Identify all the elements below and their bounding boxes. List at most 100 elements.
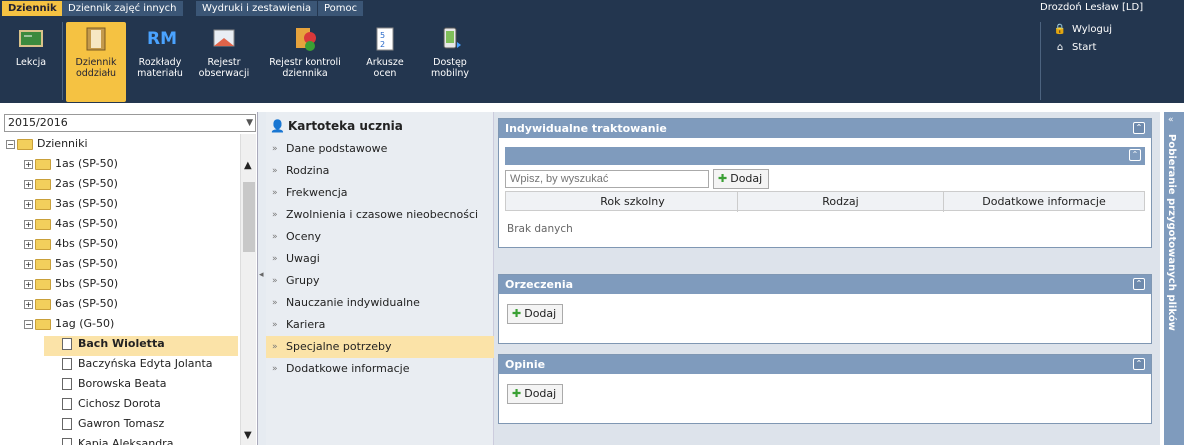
add-button[interactable]: ✚ Dodaj xyxy=(507,304,564,324)
individual-treatment-subheader: ⌃ xyxy=(505,147,1145,165)
tree-class[interactable]: +5bs (SP-50) xyxy=(24,274,118,294)
school-year-value: 2015/2016 xyxy=(8,116,68,129)
tree-scrollbar[interactable]: ▲ ▼ xyxy=(240,134,256,445)
rozklady-materialu-button[interactable]: RM Rozkłady materiału xyxy=(132,22,188,102)
card-item[interactable]: Uwagi xyxy=(266,248,494,270)
tree-class[interactable]: +5as (SP-50) xyxy=(24,254,118,274)
folder-open-icon xyxy=(35,318,51,330)
folder-icon xyxy=(35,198,51,210)
collapse-icon[interactable]: − xyxy=(6,139,15,149)
top-toolbar: Dziennik Dziennik zajęć innych Wydruki i… xyxy=(0,0,1184,103)
collapse-icon[interactable]: − xyxy=(24,319,33,329)
card-item[interactable]: Nauczanie indywidualne xyxy=(266,292,494,314)
expand-icon[interactable]: + xyxy=(24,259,33,269)
tab-pomoc[interactable]: Pomoc xyxy=(318,1,364,16)
expand-icon[interactable]: + xyxy=(24,299,33,309)
start-label: Start xyxy=(1072,42,1097,53)
expand-icon[interactable]: + xyxy=(24,159,33,169)
card-item[interactable]: Rodzina xyxy=(266,160,494,182)
dostep-mobilny-button[interactable]: Dostęp mobilny xyxy=(420,22,480,102)
folder-icon xyxy=(35,178,51,190)
add-button[interactable]: ✚ Dodaj xyxy=(507,384,564,404)
tree-student-selected[interactable]: Bach Wioletta xyxy=(62,334,165,354)
card-item[interactable]: Kariera xyxy=(266,314,494,336)
school-year-select[interactable]: 2015/2016 ▼ xyxy=(4,114,256,132)
card-item[interactable]: Grupy xyxy=(266,270,494,292)
svg-text:2: 2 xyxy=(380,40,385,49)
lekcja-button[interactable]: Lekcja xyxy=(2,22,60,102)
card-item[interactable]: Frekwencja xyxy=(266,182,494,204)
column-header[interactable]: Dodatkowe informacje xyxy=(944,192,1144,212)
chevron-down-icon[interactable]: ▼ xyxy=(244,430,252,441)
tree-class[interactable]: +4as (SP-50) xyxy=(24,214,118,234)
tree-student[interactable]: Cichosz Dorota xyxy=(62,394,161,414)
logout-label: Wyloguj xyxy=(1072,24,1112,35)
tree-student[interactable]: Borowska Beata xyxy=(62,374,167,394)
panel-splitter[interactable]: ◂ xyxy=(258,112,266,445)
column-header[interactable]: Rok szkolny xyxy=(528,192,738,212)
journal-tree: − Dzienniki +1as (SP-50) +2as (SP-50) +3a… xyxy=(4,134,242,445)
tree-class-label: 3as (SP-50) xyxy=(55,197,118,210)
tab-dziennik[interactable]: Dziennik xyxy=(2,1,63,16)
dziennik-oddzialu-label: Dziennik oddziału xyxy=(75,57,117,79)
expand-icon[interactable]: + xyxy=(24,219,33,229)
tree-class[interactable]: +4bs (SP-50) xyxy=(24,234,118,254)
search-input[interactable] xyxy=(505,170,709,188)
add-label: Dodaj xyxy=(524,307,557,320)
plus-icon: ✚ xyxy=(718,172,728,185)
dziennik-oddzialu-button[interactable]: Dziennik oddziału xyxy=(66,22,126,102)
card-item-selected[interactable]: Specjalne potrzeby xyxy=(266,336,494,358)
column-header[interactable]: Rodzaj xyxy=(738,192,944,212)
tree-class-label: 4as (SP-50) xyxy=(55,217,118,230)
expand-icon[interactable]: + xyxy=(24,199,33,209)
tree-class[interactable]: − 1ag (G-50) xyxy=(24,314,114,334)
collapse-icon[interactable]: ⌃ xyxy=(1129,149,1141,161)
folder-icon xyxy=(35,258,51,270)
tree-root[interactable]: − Dzienniki xyxy=(6,134,88,154)
tree-class[interactable]: +3as (SP-50) xyxy=(24,194,118,214)
document-icon xyxy=(62,418,72,430)
observation-register-icon xyxy=(211,26,237,52)
folder-icon xyxy=(35,158,51,170)
tab-dziennik-zajec-innych[interactable]: Dziennik zajęć innych xyxy=(62,1,183,16)
tree-student[interactable]: Kapia Aleksandra xyxy=(62,434,173,445)
individual-treatment-panel: Indywidualne traktowanie ⌃ ⌃ ✚Dodaj Rok s… xyxy=(498,118,1152,248)
card-item[interactable]: Dane podstawowe xyxy=(266,138,494,160)
tree-student-label: Gawron Tomasz xyxy=(78,417,165,430)
tree-student[interactable]: Gawron Tomasz xyxy=(62,414,164,434)
start-button[interactable]: ⌂ Start xyxy=(1053,42,1097,53)
control-register-icon xyxy=(292,26,318,52)
tree-student[interactable]: Baczyńska Edyta Jolanta xyxy=(62,354,213,374)
rejestr-obserwacji-button[interactable]: Rejestr obserwacji xyxy=(194,22,254,102)
tree-root-label: Dzienniki xyxy=(37,137,88,150)
opinions-panel: Opinie ⌃ ✚ Dodaj xyxy=(498,354,1152,424)
binder-icon xyxy=(83,26,109,52)
logout-button[interactable]: 🔒 Wyloguj xyxy=(1053,24,1112,35)
tree-class-label: 4bs (SP-50) xyxy=(55,237,119,250)
tree-class-label: 1ag (G-50) xyxy=(55,317,115,330)
tree-class[interactable]: +6as (SP-50) xyxy=(24,294,118,314)
prepared-files-side-panel[interactable]: « Pobieranie przygotowanych plików xyxy=(1164,112,1184,445)
collapse-icon[interactable]: ⌃ xyxy=(1133,358,1145,370)
collapse-icon[interactable]: ⌃ xyxy=(1133,122,1145,134)
prepared-files-title: Pobieranie przygotowanych plików xyxy=(1166,134,1177,331)
double-chevron-left-icon[interactable]: « xyxy=(1168,115,1174,125)
lock-icon: 🔒 xyxy=(1053,24,1067,35)
chevron-left-icon[interactable]: ◂ xyxy=(259,270,264,280)
card-item[interactable]: Zwolnienia i czasowe nieobecności xyxy=(266,204,494,226)
tree-class[interactable]: +2as (SP-50) xyxy=(24,174,118,194)
expand-icon[interactable]: + xyxy=(24,279,33,289)
card-item[interactable]: Oceny xyxy=(266,226,494,248)
card-item[interactable]: Dodatkowe informacje xyxy=(266,358,494,380)
tab-wydruki-i-zestawienia[interactable]: Wydruki i zestawienia xyxy=(196,1,318,16)
collapse-icon[interactable]: ⌃ xyxy=(1133,278,1145,290)
chevron-up-icon[interactable]: ▲ xyxy=(244,160,252,171)
student-card-panel: 👤Kartoteka ucznia Dane podstawowe Rodzin… xyxy=(266,112,494,445)
arkusze-ocen-button[interactable]: 52 Arkusze ocen xyxy=(360,22,410,102)
scrollbar-thumb[interactable] xyxy=(243,182,255,252)
add-button[interactable]: ✚ Dodaj xyxy=(713,169,770,189)
tree-class[interactable]: +1as (SP-50) xyxy=(24,154,118,174)
expand-icon[interactable]: + xyxy=(24,239,33,249)
rejestr-kontroli-dziennika-button[interactable]: Rejestr kontroli dziennika xyxy=(260,22,350,102)
expand-icon[interactable]: + xyxy=(24,179,33,189)
